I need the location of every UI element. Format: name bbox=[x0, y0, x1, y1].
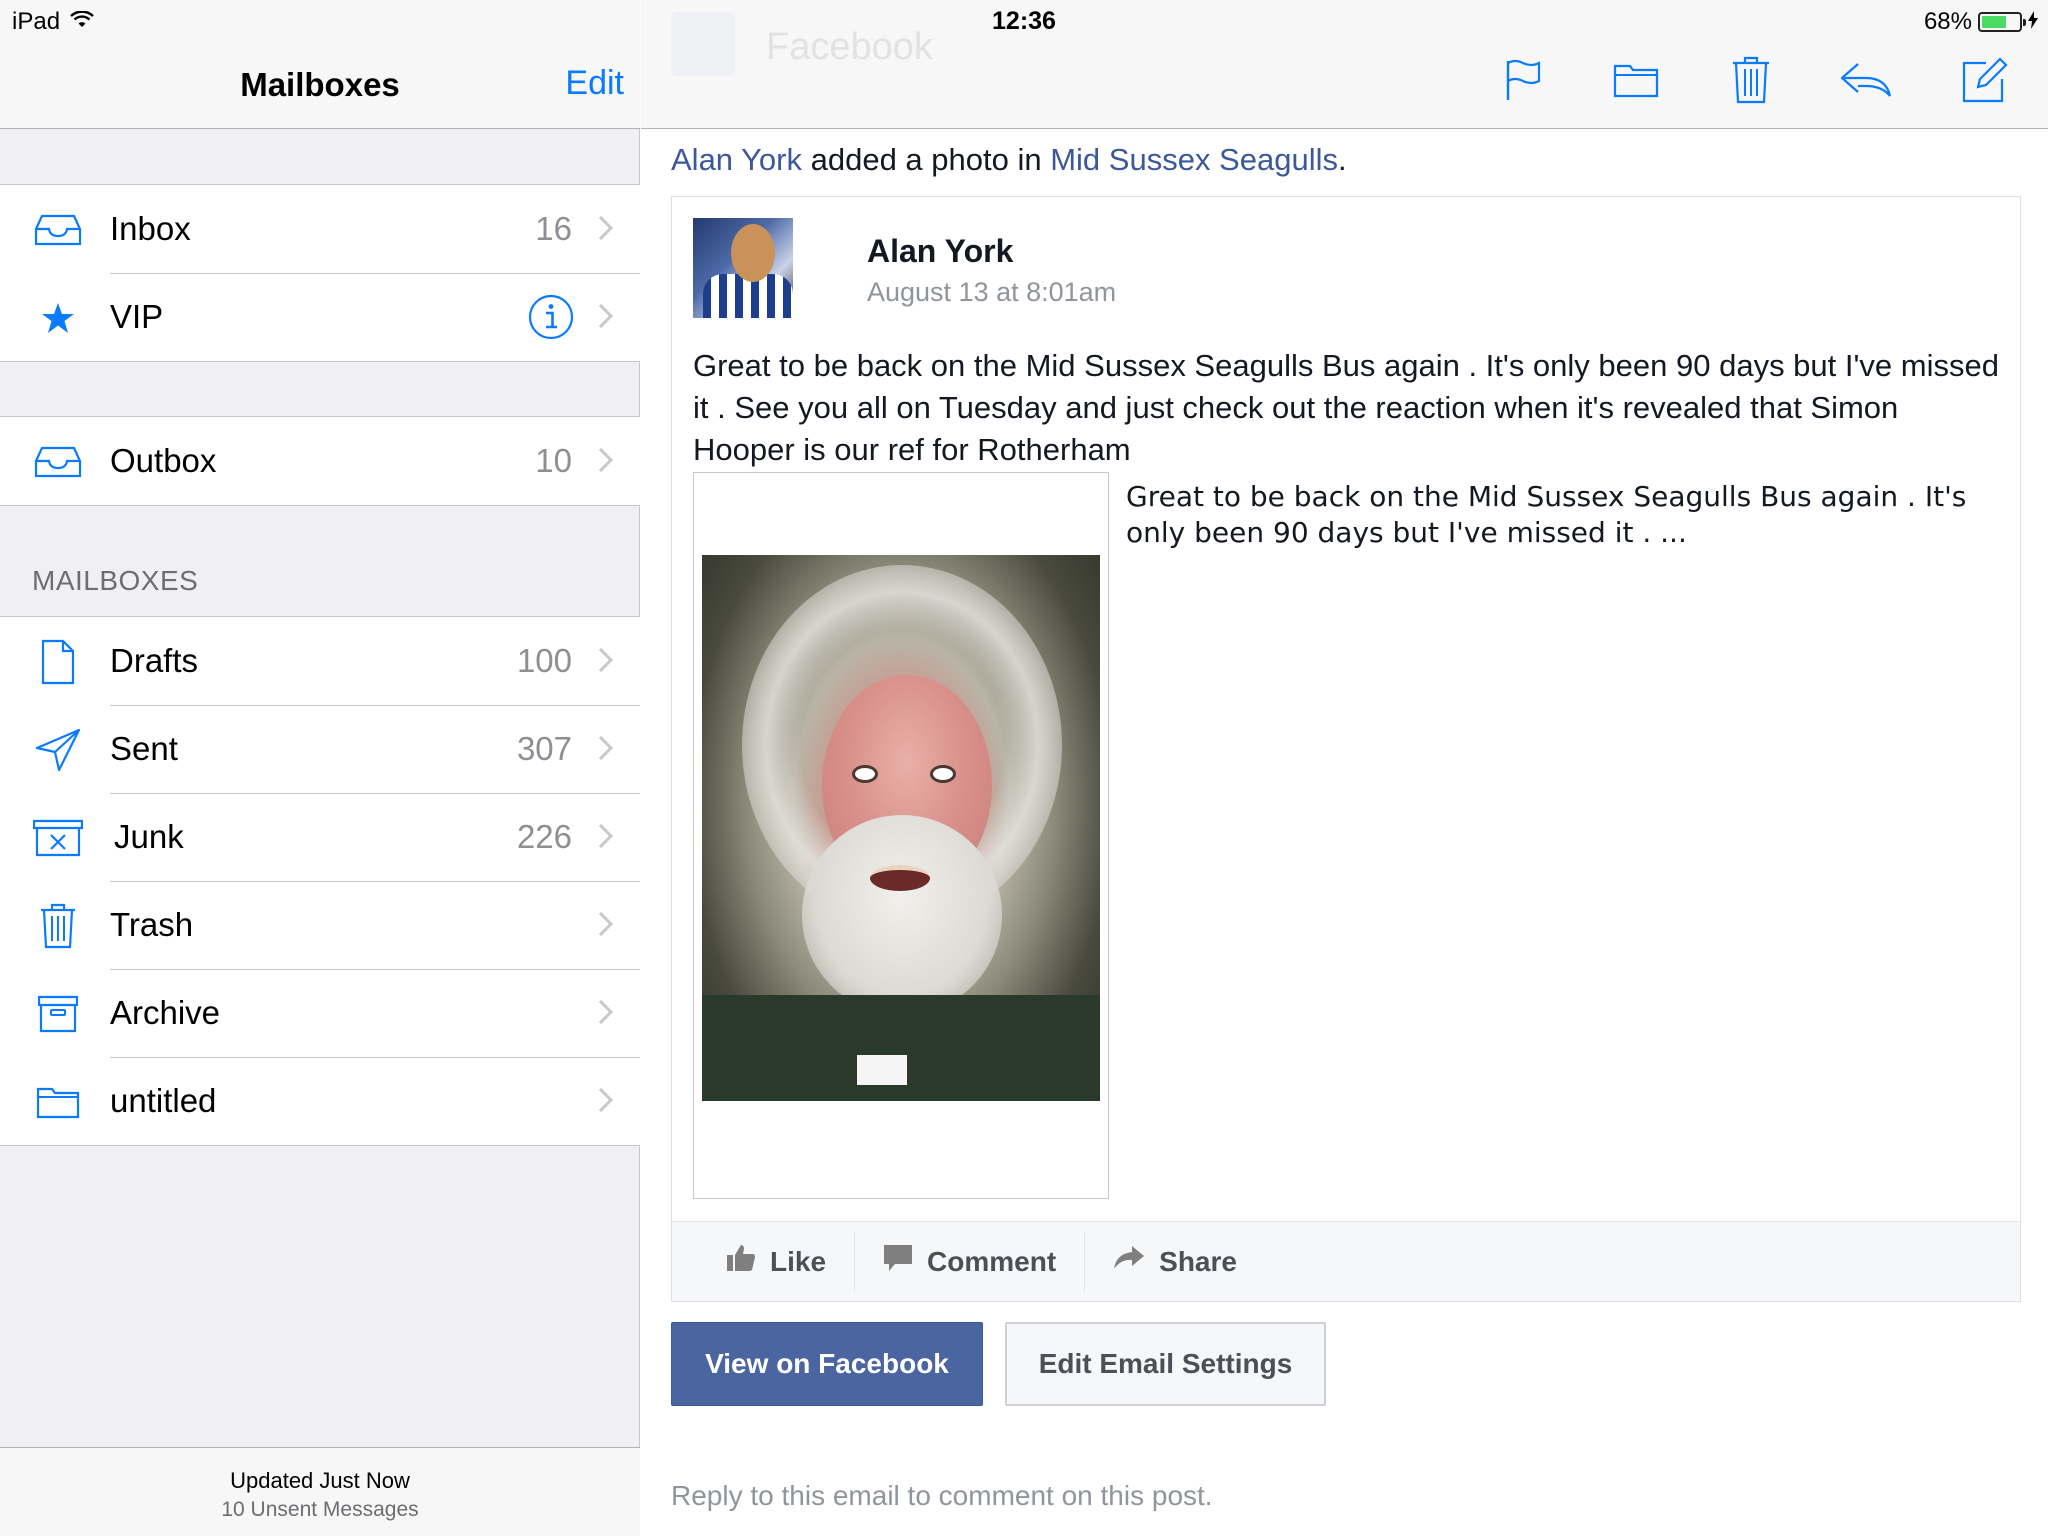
unsent-status: 10 Unsent Messages bbox=[221, 1498, 419, 1521]
reply-icon bbox=[1840, 62, 1892, 103]
reply-hint: Reply to this email to comment on this p… bbox=[671, 1480, 1213, 1511]
mailbox-count: 10 bbox=[535, 442, 572, 479]
mailboxes-section-title: MAILBOXES bbox=[32, 565, 199, 596]
battery-icon bbox=[1978, 12, 2026, 32]
info-icon[interactable] bbox=[528, 294, 574, 348]
mailbox-label: Drafts bbox=[110, 642, 199, 679]
inbox-icon bbox=[30, 207, 86, 253]
sent-icon bbox=[30, 727, 86, 773]
mailbox-count: 100 bbox=[516, 642, 572, 679]
chevron-right-icon bbox=[598, 303, 614, 334]
comment-label: Comment bbox=[927, 1245, 1057, 1277]
junk-icon bbox=[30, 815, 86, 861]
charging-icon bbox=[2028, 8, 2038, 36]
delete-button[interactable] bbox=[1723, 56, 1779, 108]
actor-link[interactable]: Alan York bbox=[671, 142, 802, 177]
drafts-icon bbox=[30, 639, 86, 685]
trash-icon bbox=[1732, 56, 1770, 109]
chevron-right-icon bbox=[598, 735, 614, 766]
note-end: . bbox=[1337, 142, 1347, 177]
mailbox-row-inbox[interactable]: Inbox 16 bbox=[0, 185, 640, 273]
chevron-right-icon bbox=[598, 647, 614, 678]
mailbox-row-sent[interactable]: Sent 307 bbox=[0, 705, 640, 793]
share-label: Share bbox=[1159, 1245, 1237, 1277]
mailboxes-group: Drafts 100 Sent 307 Junk 226 Trash Archi… bbox=[0, 616, 640, 1146]
battery-percent: 68% bbox=[1923, 8, 1972, 35]
flag-icon bbox=[1505, 59, 1541, 106]
message-pane: Facebook Alan York added a photo in Mid … bbox=[641, 0, 2048, 1536]
post-photo[interactable] bbox=[693, 472, 1109, 1199]
comment-bubble-icon bbox=[883, 1244, 913, 1279]
mailbox-row-vip[interactable]: VIP bbox=[0, 273, 640, 361]
chevron-right-icon bbox=[598, 215, 614, 246]
view-on-facebook-button[interactable]: View on Facebook bbox=[671, 1322, 983, 1406]
group-link[interactable]: Mid Sussex Seagulls bbox=[1050, 142, 1338, 177]
mailbox-row-drafts[interactable]: Drafts 100 bbox=[0, 617, 640, 705]
mailbox-row-untitled[interactable]: untitled bbox=[0, 1057, 640, 1145]
photo-image bbox=[702, 555, 1100, 1101]
post-actions-bar: Like Comment Share bbox=[672, 1221, 2020, 1301]
mailbox-row-trash[interactable]: Trash bbox=[0, 881, 640, 969]
note-text: added a photo in bbox=[802, 142, 1051, 177]
edit-email-settings-button[interactable]: Edit Email Settings bbox=[1005, 1322, 1326, 1406]
edit-button[interactable]: Edit bbox=[565, 64, 624, 103]
post-author[interactable]: Alan York bbox=[867, 233, 1013, 270]
status-time: 12:36 bbox=[992, 7, 1056, 35]
notification-line: Alan York added a photo in Mid Sussex Se… bbox=[671, 142, 1347, 178]
chevron-right-icon bbox=[598, 823, 614, 854]
mailbox-row-archive[interactable]: Archive bbox=[0, 969, 640, 1057]
folder-icon bbox=[30, 1079, 86, 1125]
mailbox-count: 16 bbox=[535, 210, 572, 247]
trash-icon bbox=[30, 903, 86, 949]
post-date[interactable]: August 13 at 8:01am bbox=[867, 277, 1116, 308]
mailbox-label: Outbox bbox=[110, 442, 217, 479]
updated-status: Updated Just Now bbox=[230, 1468, 410, 1493]
chevron-right-icon bbox=[598, 999, 614, 1030]
comment-button[interactable]: Comment bbox=[855, 1231, 1086, 1292]
chevron-right-icon bbox=[598, 1087, 614, 1118]
mailboxes-sidebar: Mailboxes Edit Inbox 16 VIP Outbox 10 MA… bbox=[0, 0, 640, 1536]
mailbox-label: Sent bbox=[110, 730, 178, 767]
archive-icon bbox=[30, 991, 86, 1037]
move-button[interactable] bbox=[1608, 56, 1664, 108]
outbox-icon bbox=[30, 439, 86, 485]
flag-button[interactable] bbox=[1495, 56, 1551, 108]
mailbox-label: Trash bbox=[110, 906, 194, 943]
post-body: Great to be back on the Mid Sussex Seagu… bbox=[693, 348, 1999, 467]
favorites-group: Inbox 16 VIP bbox=[0, 184, 640, 362]
thumbs-up-icon bbox=[726, 1243, 756, 1280]
like-label: Like bbox=[770, 1245, 827, 1277]
star-icon bbox=[30, 295, 86, 341]
mailbox-label: untitled bbox=[110, 1082, 217, 1119]
status-bar: iPad 12:36 68% bbox=[0, 0, 2048, 40]
mailbox-label: Inbox bbox=[110, 210, 191, 247]
like-button[interactable]: Like bbox=[672, 1231, 856, 1292]
mailbox-count: 307 bbox=[516, 730, 572, 767]
share-button[interactable]: Share bbox=[1085, 1232, 1265, 1292]
sidebar-footer: Updated Just Now 10 Unsent Messages bbox=[0, 1447, 640, 1536]
author-avatar[interactable] bbox=[693, 218, 793, 318]
sidebar-title: Mailboxes bbox=[240, 66, 400, 103]
share-arrow-icon bbox=[1113, 1245, 1145, 1278]
mailbox-row-outbox[interactable]: Outbox 10 bbox=[0, 417, 640, 505]
mailbox-label: VIP bbox=[110, 298, 164, 335]
mailbox-row-junk[interactable]: Junk 226 bbox=[0, 793, 640, 881]
mailbox-label: Archive bbox=[110, 994, 221, 1031]
move-folder-icon bbox=[1613, 62, 1659, 103]
reply-button[interactable] bbox=[1838, 56, 1894, 108]
post-card: Alan York August 13 at 8:01am Great to b… bbox=[671, 196, 2021, 1302]
compose-button[interactable] bbox=[1957, 56, 2013, 108]
mailbox-label: Junk bbox=[114, 818, 184, 855]
chevron-right-icon bbox=[598, 911, 614, 942]
mailbox-count: 226 bbox=[516, 818, 572, 855]
photo-caption: Great to be back on the Mid Sussex Seagu… bbox=[1126, 480, 1967, 549]
outbox-group: Outbox 10 bbox=[0, 416, 640, 506]
chevron-right-icon bbox=[598, 447, 614, 478]
compose-icon bbox=[1962, 56, 2008, 108]
